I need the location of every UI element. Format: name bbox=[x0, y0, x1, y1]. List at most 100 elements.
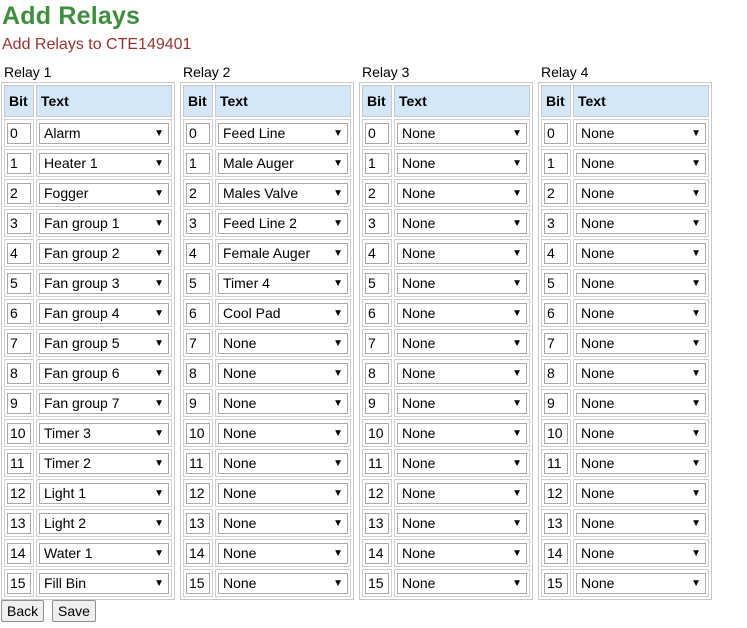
bit-input[interactable] bbox=[365, 152, 389, 174]
relay-text-select[interactable]: Timer 4 ▼ bbox=[218, 272, 348, 294]
relay-text-select[interactable]: None ▼ bbox=[218, 392, 348, 414]
relay-text-select[interactable]: None ▼ bbox=[218, 482, 348, 504]
bit-input[interactable] bbox=[365, 302, 389, 324]
bit-input[interactable] bbox=[365, 452, 389, 474]
relay-text-select[interactable]: None ▼ bbox=[397, 272, 527, 294]
bit-input[interactable] bbox=[186, 572, 210, 594]
bit-input[interactable] bbox=[544, 362, 568, 384]
save-button[interactable]: Save bbox=[52, 600, 96, 622]
bit-input[interactable] bbox=[365, 242, 389, 264]
relay-text-select[interactable]: None ▼ bbox=[218, 512, 348, 534]
relay-text-select[interactable]: Males Valve ▼ bbox=[218, 182, 348, 204]
relay-text-select[interactable]: None ▼ bbox=[218, 572, 348, 594]
bit-input[interactable] bbox=[544, 392, 568, 414]
relay-text-select[interactable]: Fan group 3 ▼ bbox=[39, 272, 169, 294]
bit-input[interactable] bbox=[7, 482, 31, 504]
relay-text-select[interactable]: None ▼ bbox=[576, 452, 706, 474]
relay-text-select[interactable]: Heater 1 ▼ bbox=[39, 152, 169, 174]
relay-text-select[interactable]: Cool Pad ▼ bbox=[218, 302, 348, 324]
relay-text-select[interactable]: Light 2 ▼ bbox=[39, 512, 169, 534]
relay-text-select[interactable]: None ▼ bbox=[397, 212, 527, 234]
relay-text-select[interactable]: None ▼ bbox=[397, 302, 527, 324]
bit-input[interactable] bbox=[544, 332, 568, 354]
relay-text-select[interactable]: Fill Bin ▼ bbox=[39, 572, 169, 594]
bit-input[interactable] bbox=[544, 182, 568, 204]
bit-input[interactable] bbox=[186, 392, 210, 414]
relay-text-select[interactable]: None ▼ bbox=[397, 572, 527, 594]
bit-input[interactable] bbox=[186, 512, 210, 534]
bit-input[interactable] bbox=[544, 302, 568, 324]
bit-input[interactable] bbox=[7, 422, 31, 444]
bit-input[interactable] bbox=[186, 242, 210, 264]
relay-text-select[interactable]: None ▼ bbox=[397, 152, 527, 174]
bit-input[interactable] bbox=[186, 542, 210, 564]
relay-text-select[interactable]: Feed Line 2 ▼ bbox=[218, 212, 348, 234]
bit-input[interactable] bbox=[544, 242, 568, 264]
bit-input[interactable] bbox=[544, 572, 568, 594]
relay-text-select[interactable]: Water 1 ▼ bbox=[39, 542, 169, 564]
relay-text-select[interactable]: None ▼ bbox=[576, 152, 706, 174]
relay-text-select[interactable]: None ▼ bbox=[576, 332, 706, 354]
bit-input[interactable] bbox=[365, 212, 389, 234]
relay-text-select[interactable]: None ▼ bbox=[576, 512, 706, 534]
bit-input[interactable] bbox=[365, 272, 389, 294]
relay-text-select[interactable]: None ▼ bbox=[397, 332, 527, 354]
bit-input[interactable] bbox=[7, 542, 31, 564]
relay-text-select[interactable]: None ▼ bbox=[397, 182, 527, 204]
relay-text-select[interactable]: None ▼ bbox=[397, 542, 527, 564]
relay-text-select[interactable]: None ▼ bbox=[576, 122, 706, 144]
bit-input[interactable] bbox=[7, 152, 31, 174]
bit-input[interactable] bbox=[544, 512, 568, 534]
bit-input[interactable] bbox=[7, 122, 31, 144]
relay-text-select[interactable]: None ▼ bbox=[576, 272, 706, 294]
bit-input[interactable] bbox=[7, 242, 31, 264]
bit-input[interactable] bbox=[186, 302, 210, 324]
bit-input[interactable] bbox=[7, 212, 31, 234]
relay-text-select[interactable]: None ▼ bbox=[576, 212, 706, 234]
bit-input[interactable] bbox=[365, 332, 389, 354]
bit-input[interactable] bbox=[7, 182, 31, 204]
relay-text-select[interactable]: None ▼ bbox=[218, 362, 348, 384]
bit-input[interactable] bbox=[544, 212, 568, 234]
relay-text-select[interactable]: None ▼ bbox=[397, 362, 527, 384]
relay-text-select[interactable]: Feed Line ▼ bbox=[218, 122, 348, 144]
relay-text-select[interactable]: None ▼ bbox=[397, 482, 527, 504]
relay-text-select[interactable]: Fan group 4 ▼ bbox=[39, 302, 169, 324]
relay-text-select[interactable]: Fan group 6 ▼ bbox=[39, 362, 169, 384]
bit-input[interactable] bbox=[365, 182, 389, 204]
relay-text-select[interactable]: Fan group 2 ▼ bbox=[39, 242, 169, 264]
relay-text-select[interactable]: None ▼ bbox=[576, 422, 706, 444]
relay-text-select[interactable]: None ▼ bbox=[576, 362, 706, 384]
relay-text-select[interactable]: Fan group 1 ▼ bbox=[39, 212, 169, 234]
bit-input[interactable] bbox=[365, 512, 389, 534]
relay-text-select[interactable]: Light 1 ▼ bbox=[39, 482, 169, 504]
bit-input[interactable] bbox=[365, 362, 389, 384]
relay-text-select[interactable]: None ▼ bbox=[397, 242, 527, 264]
bit-input[interactable] bbox=[7, 302, 31, 324]
relay-text-select[interactable]: None ▼ bbox=[576, 242, 706, 264]
bit-input[interactable] bbox=[544, 542, 568, 564]
bit-input[interactable] bbox=[365, 422, 389, 444]
back-button[interactable]: Back bbox=[1, 600, 45, 622]
relay-text-select[interactable]: Fogger ▼ bbox=[39, 182, 169, 204]
relay-text-select[interactable]: None ▼ bbox=[218, 542, 348, 564]
bit-input[interactable] bbox=[186, 122, 210, 144]
bit-input[interactable] bbox=[7, 272, 31, 294]
bit-input[interactable] bbox=[544, 152, 568, 174]
relay-text-select[interactable]: Timer 3 ▼ bbox=[39, 422, 169, 444]
bit-input[interactable] bbox=[186, 152, 210, 174]
relay-text-select[interactable]: None ▼ bbox=[576, 572, 706, 594]
bit-input[interactable] bbox=[186, 362, 210, 384]
bit-input[interactable] bbox=[7, 332, 31, 354]
bit-input[interactable] bbox=[365, 392, 389, 414]
relay-text-select[interactable]: None ▼ bbox=[218, 332, 348, 354]
bit-input[interactable] bbox=[365, 122, 389, 144]
relay-text-select[interactable]: None ▼ bbox=[576, 302, 706, 324]
bit-input[interactable] bbox=[365, 572, 389, 594]
relay-text-select[interactable]: None ▼ bbox=[218, 452, 348, 474]
bit-input[interactable] bbox=[186, 182, 210, 204]
bit-input[interactable] bbox=[544, 122, 568, 144]
bit-input[interactable] bbox=[544, 422, 568, 444]
bit-input[interactable] bbox=[186, 212, 210, 234]
bit-input[interactable] bbox=[7, 452, 31, 474]
